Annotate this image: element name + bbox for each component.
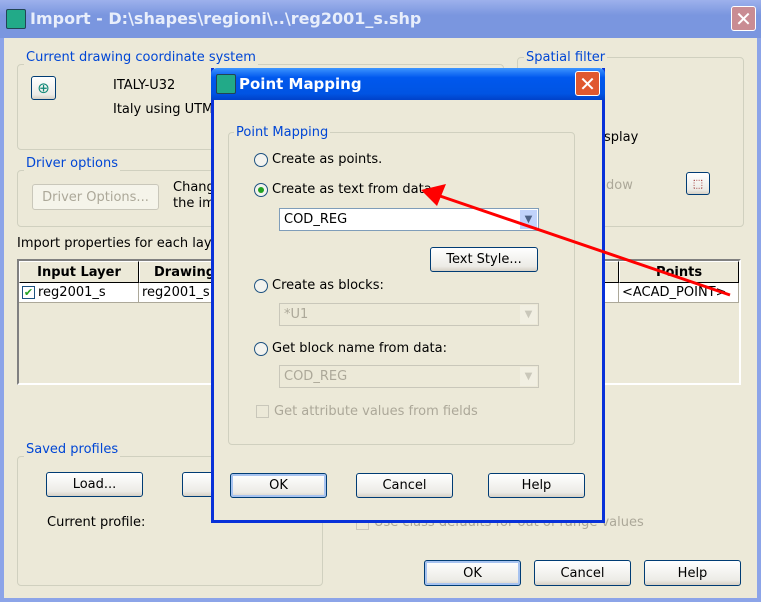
arrow-head: [421, 184, 446, 206]
annotation-arrow: [421, 184, 731, 297]
arrow-shaft: [439, 194, 731, 297]
